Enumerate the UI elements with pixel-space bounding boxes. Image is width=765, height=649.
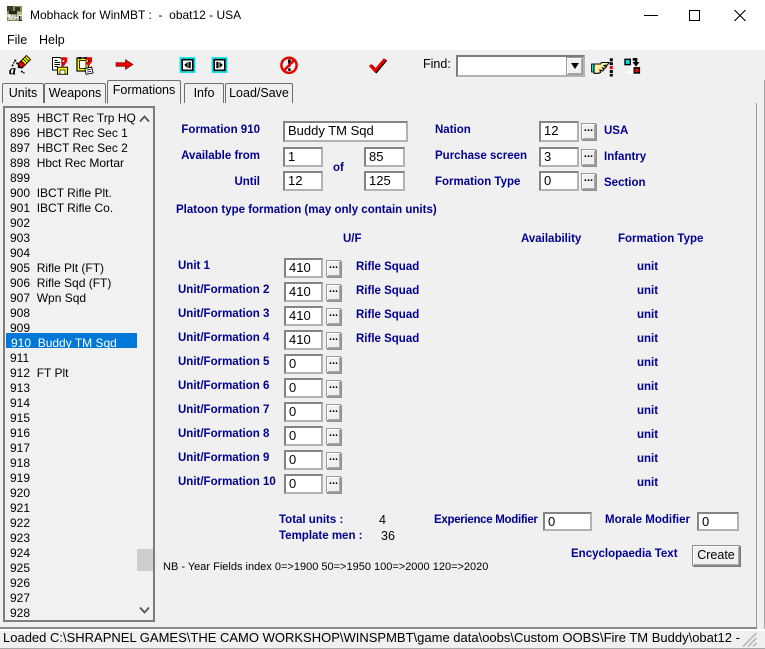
svg-text:MHT: MHT	[8, 15, 22, 21]
